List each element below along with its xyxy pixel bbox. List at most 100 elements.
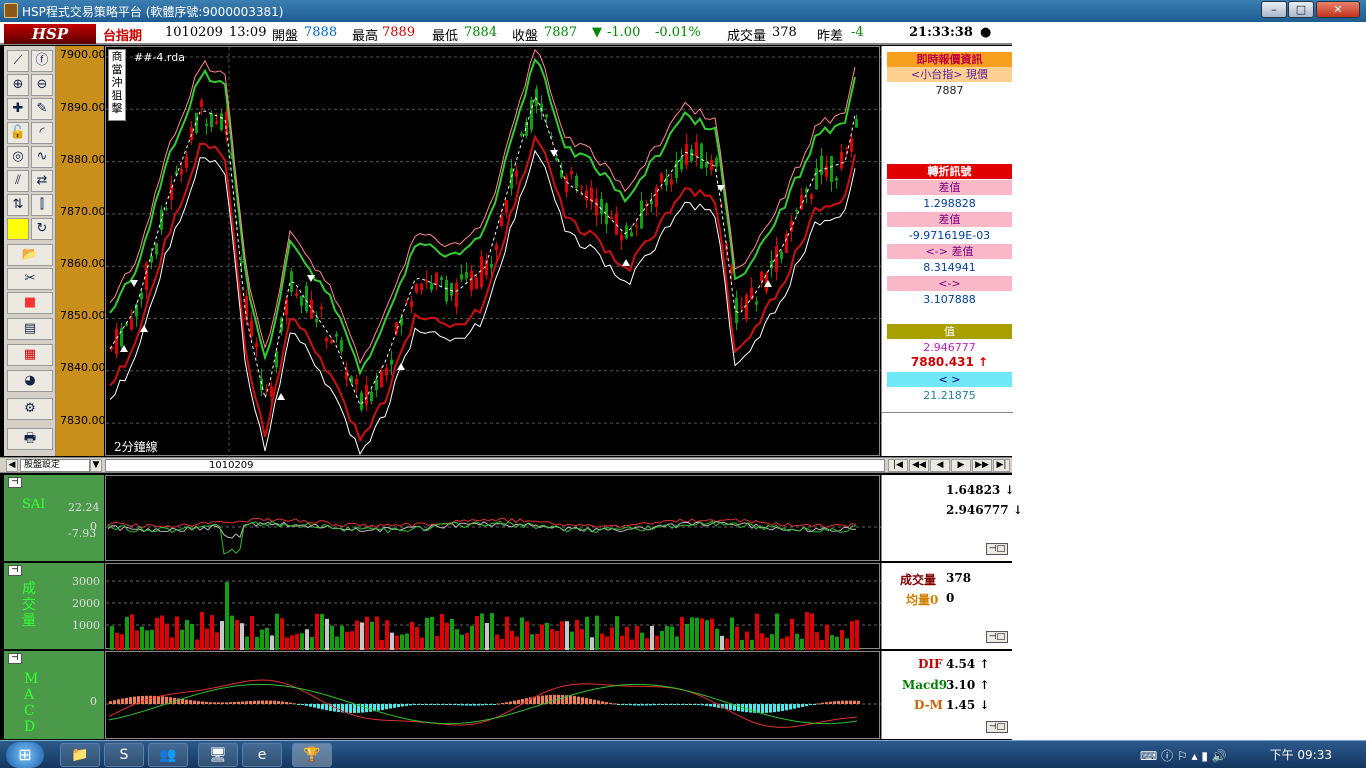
- chart-type-icon[interactable]: ⫽: [7, 170, 29, 192]
- settings-icon[interactable]: ⚙: [7, 398, 53, 420]
- indicator-icon[interactable]: ◎: [7, 146, 29, 168]
- pin-icon[interactable]: ⊣: [8, 565, 22, 576]
- arc-tool-icon[interactable]: ◜: [31, 122, 53, 144]
- close-button[interactable]: ✕: [1316, 1, 1360, 18]
- remote-desktop-icon[interactable]: 🖥: [198, 743, 238, 767]
- sai-chart[interactable]: [105, 475, 881, 561]
- macd-histogram-bar: [257, 700, 260, 704]
- candle-body: [690, 149, 693, 161]
- macd-histogram-bar: [849, 700, 852, 704]
- swap-icon[interactable]: ⇄: [31, 170, 53, 192]
- macd-histogram-bar: [573, 696, 576, 704]
- zoom-in-icon[interactable]: ⊕: [7, 74, 29, 96]
- volume-bar: [495, 634, 499, 650]
- volume-bar: [265, 627, 269, 650]
- macd-histogram-bar: [297, 704, 300, 705]
- settings-dropdown[interactable]: 股盤設定: [20, 459, 90, 472]
- report-icon[interactable]: ▤: [7, 318, 53, 340]
- chart-scrollbar[interactable]: 1010209: [105, 459, 885, 472]
- tools-icon[interactable]: ✂: [7, 268, 53, 290]
- internet-explorer-icon[interactable]: e: [242, 743, 282, 767]
- expand-panel-button[interactable]: ⊣□: [986, 631, 1008, 643]
- macd-histogram-bar: [841, 700, 844, 704]
- candle-body: [660, 173, 663, 182]
- macd-histogram-bar: [697, 704, 700, 705]
- grid-icon[interactable]: ▦: [7, 344, 53, 366]
- wave-icon[interactable]: ∿: [31, 146, 53, 168]
- color-picker-icon[interactable]: [7, 218, 29, 240]
- nav-first-button[interactable]: |◀: [888, 459, 908, 472]
- drawing-toolbar: ⟋ ⓕ ⊕ ⊖ ✚ ✎ 🔓 ◜ ◎ ∿ ⫽ ⇄ ⇅ ⫿ ↻ 📂 ✂ ■ ▤ ▦ …: [4, 46, 56, 456]
- open-folder-icon[interactable]: 📂: [7, 244, 53, 266]
- maximize-button[interactable]: □: [1288, 1, 1314, 18]
- macd-histogram-bar: [701, 704, 704, 706]
- pen-tool-icon[interactable]: ✎: [31, 98, 53, 120]
- volume-bar: [760, 633, 764, 650]
- hsp-app-icon[interactable]: 🏆: [292, 743, 332, 767]
- expand-panel-button[interactable]: ⊣□: [986, 543, 1008, 555]
- sort-icon[interactable]: ⇅: [7, 194, 29, 216]
- skype-icon[interactable]: S: [104, 743, 144, 767]
- macd-histogram-bar: [501, 702, 504, 704]
- macd-histogram-bar: [337, 704, 340, 713]
- nav-forward-button[interactable]: ▶: [951, 459, 971, 472]
- candle-body: [855, 118, 858, 128]
- candle-body: [615, 213, 618, 235]
- candle-body: [580, 187, 583, 189]
- minimize-button[interactable]: –: [1261, 1, 1287, 18]
- zoom-out-icon[interactable]: ⊖: [31, 74, 53, 96]
- lock-icon[interactable]: 🔓: [7, 122, 29, 144]
- expand-panel-button[interactable]: ⊣□: [986, 721, 1008, 733]
- sai-tick: -7.93: [68, 527, 97, 540]
- macd-histogram-bar: [661, 704, 664, 705]
- volume-bar: [450, 618, 454, 650]
- pin-icon[interactable]: ⊣: [8, 477, 22, 488]
- volume-bar: [395, 635, 399, 650]
- pin-icon[interactable]: ⊣: [8, 653, 22, 664]
- trendline-tool-icon[interactable]: ⟋: [7, 50, 29, 72]
- macd-histogram-bar: [181, 698, 184, 704]
- tray-clock[interactable]: 下午 09:33: [1270, 746, 1332, 763]
- nav-fast-forward-button[interactable]: ▶▶: [972, 459, 992, 472]
- change-percent: -0.01%: [655, 25, 701, 40]
- nav-last-button[interactable]: ▶|: [993, 459, 1010, 472]
- fib-tool-icon[interactable]: ⓕ: [31, 50, 53, 72]
- candle-body: [545, 114, 548, 118]
- start-button[interactable]: ⊞: [6, 742, 44, 768]
- crosshair-icon[interactable]: ✚: [7, 98, 29, 120]
- sell-signal-icon: [130, 280, 138, 287]
- messenger-icon[interactable]: 👥: [148, 743, 188, 767]
- macd-label: MACD: [24, 671, 39, 735]
- print-icon[interactable]: 🖶: [7, 428, 53, 450]
- volume-bar: [455, 629, 459, 650]
- volume-bar: [430, 616, 434, 650]
- candle-body: [470, 270, 473, 291]
- dropdown-arrow-icon[interactable]: ▼: [90, 459, 102, 472]
- candle-body: [585, 190, 588, 201]
- volume-chart[interactable]: [105, 563, 881, 650]
- scroll-left-button[interactable]: ◀: [6, 459, 18, 472]
- macd-histogram-bar: [821, 702, 824, 704]
- main-price-chart[interactable]: 商當沖狙擊 ##-4.rda 2分鐘線: [105, 46, 881, 457]
- candle-body: [315, 318, 318, 323]
- macd9-value: 3.10 ↑: [946, 678, 990, 692]
- nav-fast-back-button[interactable]: ◀◀: [909, 459, 929, 472]
- refresh-icon[interactable]: ↻: [31, 218, 53, 240]
- nav-back-button[interactable]: ◀: [930, 459, 950, 472]
- candle-body: [820, 155, 823, 175]
- candle-body: [445, 279, 448, 302]
- macd-tick: 0: [90, 695, 97, 708]
- volume-value: 378: [772, 25, 797, 40]
- candle-icon[interactable]: ⫿: [31, 194, 53, 216]
- volume-bar: [120, 634, 124, 650]
- stop-icon[interactable]: ■: [7, 292, 53, 314]
- macd-chart[interactable]: [105, 651, 881, 739]
- price-axis: 7900.00 7890.00 7880.00 7870.00 7860.00 …: [56, 46, 106, 456]
- macd-histogram-bar: [549, 694, 552, 704]
- macd-histogram-bar: [601, 701, 604, 704]
- group-icon[interactable]: ◕: [7, 370, 53, 392]
- candle-body: [410, 301, 413, 308]
- macd-histogram-bar: [481, 704, 484, 706]
- explorer-icon[interactable]: 📁: [60, 743, 100, 767]
- macd-histogram-bar: [629, 704, 632, 706]
